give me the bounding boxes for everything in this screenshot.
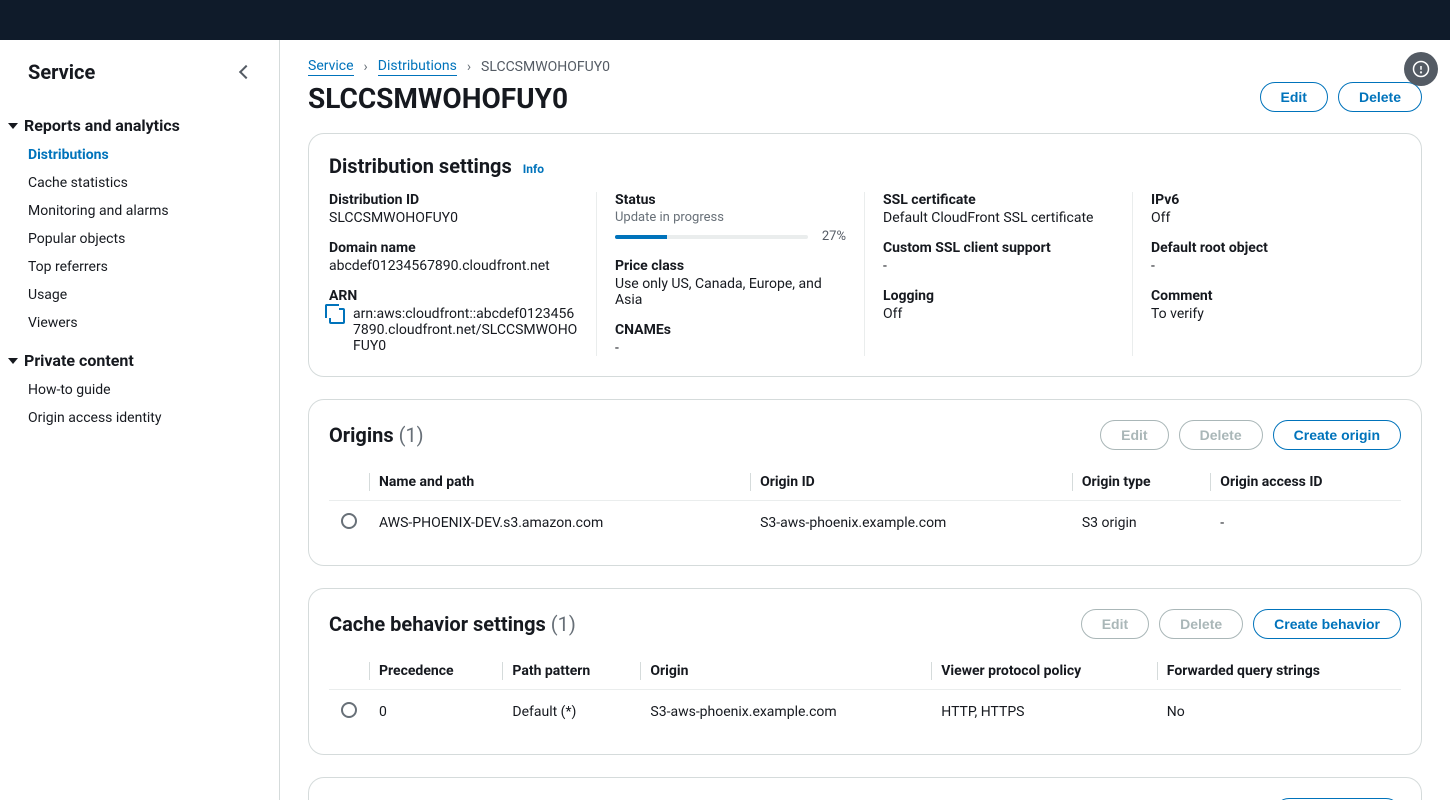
collapse-sidebar-icon[interactable] xyxy=(239,65,253,79)
cache-origin-cell: S3-aws-phoenix.example.com xyxy=(640,690,931,735)
origins-edit-button[interactable]: Edit xyxy=(1100,420,1168,450)
row-select-radio[interactable] xyxy=(341,702,357,718)
comment-label: Comment xyxy=(1151,288,1401,304)
origins-title: Origins xyxy=(329,423,394,447)
arn-value: arn:aws:cloudfront::abcdef01234567890.cl… xyxy=(353,306,578,354)
cache-table: Precedence Path pattern Origin Viewer pr… xyxy=(329,653,1401,734)
nav-section-label: Private content xyxy=(24,351,134,370)
cnames-value: - xyxy=(615,340,846,356)
distribution-id-label: Distribution ID xyxy=(329,192,578,208)
sidebar-item-usage[interactable]: Usage xyxy=(28,281,279,309)
help-icon[interactable] xyxy=(1404,52,1438,86)
progress-bar xyxy=(615,235,808,239)
price-class-value: Use only US, Canada, Europe, and Asia xyxy=(615,276,846,308)
edit-button[interactable]: Edit xyxy=(1260,82,1328,112)
status-value: Update in progress xyxy=(615,210,846,225)
table-row: AWS-PHOENIX-DEV.s3.amazon.com S3-aws-pho… xyxy=(329,501,1401,546)
progress-percent: 27% xyxy=(822,229,846,244)
cache-header-origin[interactable]: Origin xyxy=(640,653,931,690)
origin-id-cell: S3-aws-phoenix.example.com xyxy=(750,501,1072,546)
row-select-radio[interactable] xyxy=(341,513,357,529)
origins-count: (1) xyxy=(399,423,424,447)
origins-header-access[interactable]: Origin access ID xyxy=(1210,464,1401,501)
info-link[interactable]: Info xyxy=(523,162,544,176)
default-root-object-label: Default root object xyxy=(1151,240,1401,256)
top-nav-bar xyxy=(0,0,1450,40)
status-label: Status xyxy=(615,192,846,208)
panel-title-text: Distribution settings xyxy=(329,154,512,178)
origins-table: Name and path Origin ID Origin type Orig… xyxy=(329,464,1401,545)
origins-header-id[interactable]: Origin ID xyxy=(750,464,1072,501)
origin-access-cell: - xyxy=(1210,501,1401,546)
distribution-id-value: SLCCSMWOHOFUY0 xyxy=(329,210,578,226)
nav-section-reports[interactable]: Reports and analytics xyxy=(0,110,279,141)
ssl-certificate-label: SSL certificate xyxy=(883,192,1114,208)
sidebar-item-popular-objects[interactable]: Popular objects xyxy=(28,225,279,253)
sidebar-item-cache-statistics[interactable]: Cache statistics xyxy=(28,169,279,197)
sidebar-item-viewers[interactable]: Viewers xyxy=(28,309,279,337)
cache-delete-button[interactable]: Delete xyxy=(1159,609,1243,639)
breadcrumb-current: SLCCSMWOHOFUY0 xyxy=(481,59,610,75)
origins-delete-button[interactable]: Delete xyxy=(1179,420,1263,450)
page-title: SLCCSMWOHOFUY0 xyxy=(308,82,568,115)
breadcrumb-service[interactable]: Service xyxy=(308,58,354,76)
sidebar-item-origin-access-identity[interactable]: Origin access identity xyxy=(28,404,279,432)
cache-header-policy[interactable]: Viewer protocol policy xyxy=(931,653,1157,690)
create-behavior-button[interactable]: Create behavior xyxy=(1253,609,1401,639)
nav-section-private-content[interactable]: Private content xyxy=(0,345,279,376)
chevron-right-icon: › xyxy=(364,59,368,75)
breadcrumb-distributions[interactable]: Distributions xyxy=(378,58,457,76)
cache-precedence-cell: 0 xyxy=(369,690,502,735)
custom-ssl-label: Custom SSL client support xyxy=(883,240,1114,256)
cnames-label: CNAMEs xyxy=(615,322,846,338)
origins-header-name[interactable]: Name and path xyxy=(369,464,750,501)
domain-name-label: Domain name xyxy=(329,240,578,256)
origins-header-type[interactable]: Origin type xyxy=(1072,464,1210,501)
origin-type-cell: S3 origin xyxy=(1072,501,1210,546)
copy-icon[interactable] xyxy=(329,308,345,324)
ipv6-label: IPv6 xyxy=(1151,192,1401,208)
price-class-label: Price class xyxy=(615,258,846,274)
chevron-right-icon: › xyxy=(467,59,471,75)
cache-edit-button[interactable]: Edit xyxy=(1081,609,1149,639)
create-origin-button[interactable]: Create origin xyxy=(1273,420,1401,450)
origin-name-cell: AWS-PHOENIX-DEV.s3.amazon.com xyxy=(369,501,750,546)
nav-section-label: Reports and analytics xyxy=(24,116,180,135)
ssl-certificate-value: Default CloudFront SSL certificate xyxy=(883,210,1114,226)
distribution-settings-panel: Distribution settings Info Distribution … xyxy=(308,133,1422,377)
sidebar-item-top-referrers[interactable]: Top referrers xyxy=(28,253,279,281)
custom-ssl-value: - xyxy=(883,258,1114,274)
cache-title: Cache behavior settings xyxy=(329,612,546,636)
cache-fwd-cell: No xyxy=(1157,690,1401,735)
origins-panel: Origins (1) Edit Delete Create origin Na… xyxy=(308,399,1422,566)
cache-header-fwd[interactable]: Forwarded query strings xyxy=(1157,653,1401,690)
default-root-object-value: - xyxy=(1151,258,1401,274)
caret-down-icon xyxy=(8,123,18,129)
cache-behavior-panel: Cache behavior settings (1) Edit Delete … xyxy=(308,588,1422,755)
cache-header-precedence[interactable]: Precedence xyxy=(369,653,502,690)
sidebar-item-distributions[interactable]: Distributions xyxy=(28,141,279,169)
cache-header-path[interactable]: Path pattern xyxy=(502,653,640,690)
table-row: 0 Default (*) S3-aws-phoenix.example.com… xyxy=(329,690,1401,735)
logging-value: Off xyxy=(883,306,1114,322)
tags-panel: Tags (4) Info Manage tags xyxy=(308,777,1422,800)
cache-count: (1) xyxy=(551,612,576,636)
arn-label: ARN xyxy=(329,288,578,304)
ipv6-value: Off xyxy=(1151,210,1401,226)
sidebar-title: Service xyxy=(28,60,95,84)
caret-down-icon xyxy=(8,358,18,364)
breadcrumb: Service › Distributions › SLCCSMWOHOFUY0 xyxy=(308,58,1422,76)
cache-policy-cell: HTTP, HTTPS xyxy=(931,690,1157,735)
sidebar-item-monitoring-alarms[interactable]: Monitoring and alarms xyxy=(28,197,279,225)
delete-button[interactable]: Delete xyxy=(1338,82,1422,112)
logging-label: Logging xyxy=(883,288,1114,304)
sidebar: Service Reports and analytics Distributi… xyxy=(0,40,280,800)
progress-fill xyxy=(615,235,667,239)
main-content: Service › Distributions › SLCCSMWOHOFUY0… xyxy=(280,40,1450,800)
comment-value: To verify xyxy=(1151,306,1401,322)
sidebar-item-how-to-guide[interactable]: How-to guide xyxy=(28,376,279,404)
domain-name-value: abcdef01234567890.cloudfront.net xyxy=(329,258,578,274)
cache-path-cell: Default (*) xyxy=(502,690,640,735)
